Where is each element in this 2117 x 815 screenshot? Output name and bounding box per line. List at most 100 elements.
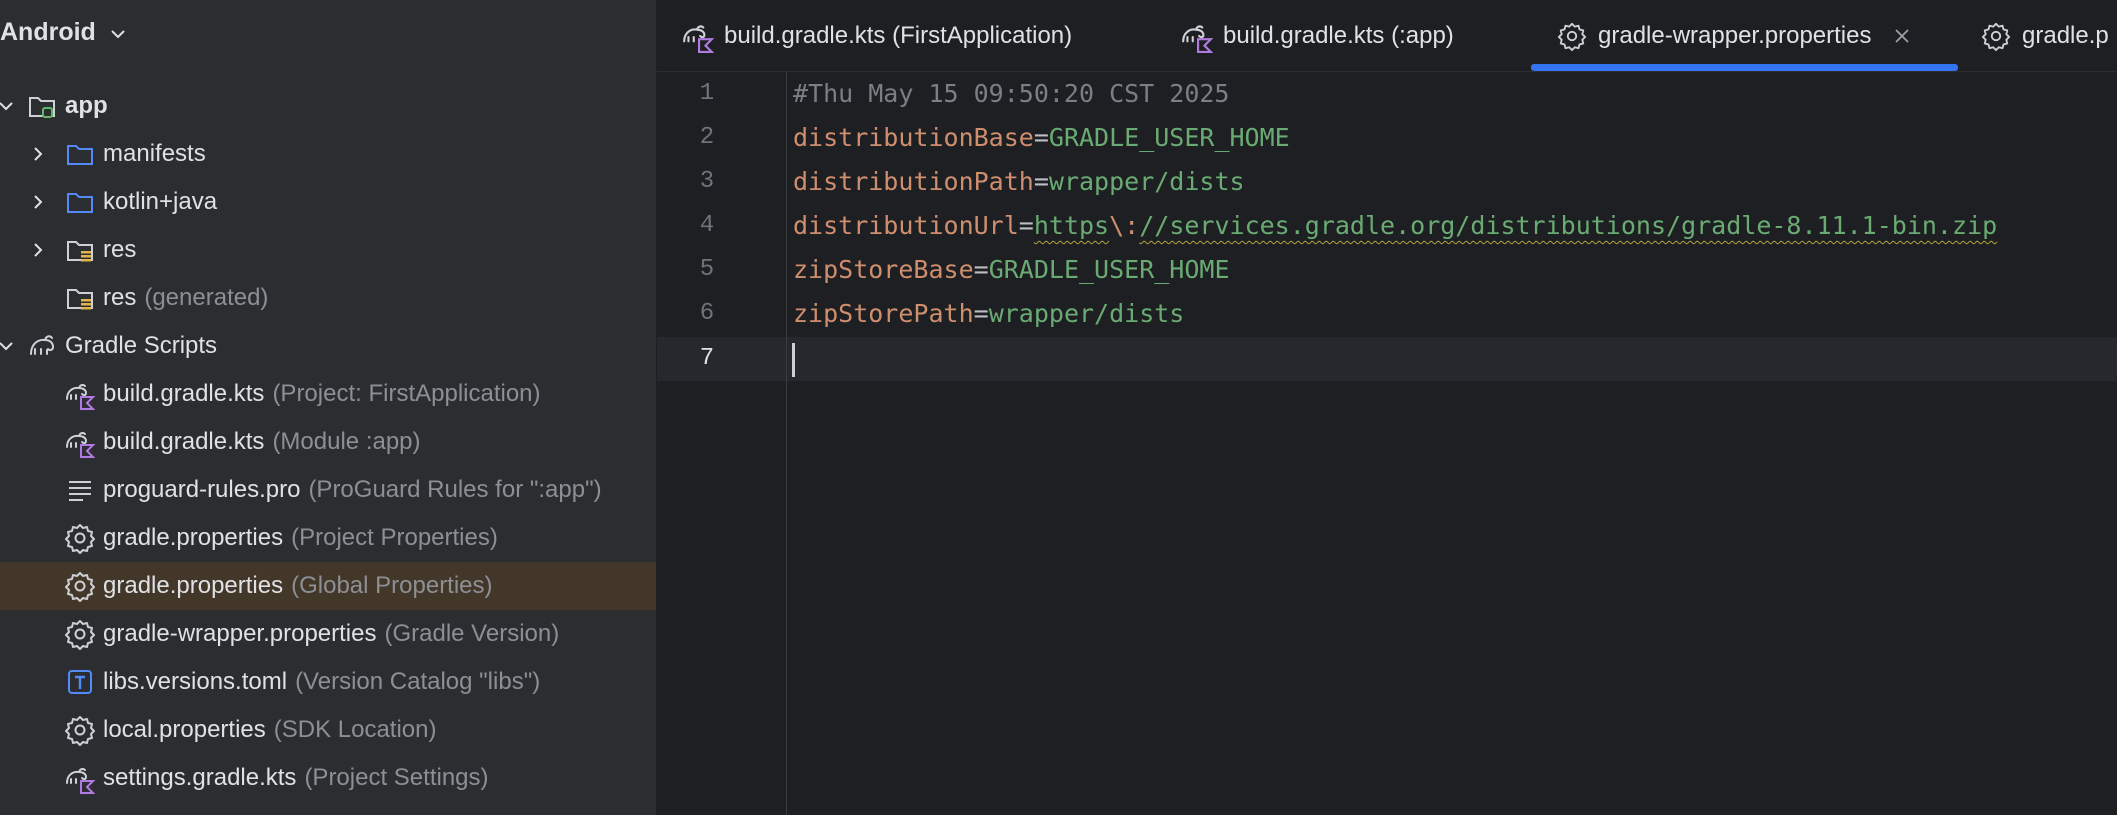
property-key: zipStoreBase bbox=[793, 255, 974, 284]
tree-item-settings-gradle[interactable]: settings.gradle.kts (Project Settings) bbox=[0, 754, 656, 802]
tree-item-build-gradle-module[interactable]: build.gradle.kts (Module :app) bbox=[0, 418, 656, 466]
property-value: wrapper/dists bbox=[1048, 167, 1245, 196]
tree-item-label: build.gradle.kts bbox=[103, 428, 265, 455]
line-number: 4 bbox=[699, 212, 715, 239]
property-value-url: https bbox=[1033, 211, 1110, 240]
project-view-selector[interactable]: Android bbox=[0, 8, 128, 56]
tab-label: gradle-wrapper.properties bbox=[1598, 21, 1872, 49]
active-tab-indicator bbox=[1531, 64, 1958, 71]
gear-icon bbox=[64, 618, 96, 650]
editor-tab-bar: build.gradle.kts (FirstApplication) buil… bbox=[657, 0, 2117, 72]
chevron-down-icon[interactable] bbox=[0, 336, 16, 356]
tree-item-label: app bbox=[65, 92, 108, 119]
property-separator: = bbox=[1033, 123, 1049, 152]
tree-item-build-gradle-project[interactable]: build.gradle.kts (Project: FirstApplicat… bbox=[0, 370, 656, 418]
tree-item-label: settings.gradle.kts bbox=[103, 764, 297, 791]
tree-item-label: local.properties bbox=[103, 716, 266, 743]
code-line-3: distributionPath=wrapper/dists bbox=[793, 160, 1245, 204]
tree-item-hint: (Project: FirstApplication) bbox=[272, 380, 541, 407]
tab-label: gradle.p bbox=[2022, 21, 2109, 49]
resource-folder-icon bbox=[64, 234, 96, 266]
close-icon[interactable] bbox=[1893, 27, 1911, 45]
code-line-1: #Thu May 15 09:50:20 CST 2025 bbox=[793, 72, 1230, 116]
code-line-2: distributionBase=GRADLE_USER_HOME bbox=[793, 116, 1290, 160]
tree-item-hint: (Version Catalog "libs") bbox=[295, 668, 541, 695]
line-number: 2 bbox=[699, 124, 715, 151]
property-separator: = bbox=[1018, 211, 1034, 240]
tree-item-label: Gradle Scripts bbox=[65, 332, 218, 359]
property-separator: = bbox=[1033, 167, 1049, 196]
tree-item-label: res bbox=[103, 284, 137, 311]
gear-icon bbox=[64, 714, 96, 746]
tree-item-manifests[interactable]: manifests bbox=[0, 130, 656, 178]
tree-item-hint: (Global Properties) bbox=[291, 572, 493, 599]
tree-item-label: libs.versions.toml bbox=[103, 668, 288, 695]
line-number-gutter: 1 2 3 4 5 6 7 bbox=[657, 72, 787, 815]
tree-item-res[interactable]: res bbox=[0, 226, 656, 274]
tree-item-kotlin-java[interactable]: kotlin+java bbox=[0, 178, 656, 226]
code-line-4: distributionUrl=https\://services.gradle… bbox=[793, 204, 1997, 248]
project-tool-window: Android app manifests kotlin+java res re… bbox=[0, 0, 657, 815]
tree-item-label: gradle.properties bbox=[103, 524, 284, 551]
text-file-icon bbox=[64, 474, 96, 506]
chevron-right-icon[interactable] bbox=[28, 192, 48, 212]
tree-item-proguard-rules[interactable]: proguard-rules.pro (ProGuard Rules for "… bbox=[0, 466, 656, 514]
line-number: 1 bbox=[699, 80, 715, 107]
tab-label: build.gradle.kts (FirstApplication) bbox=[724, 21, 1073, 49]
tree-item-hint: (generated) bbox=[144, 284, 269, 311]
tab-gradle-wrapper-properties[interactable]: gradle-wrapper.properties bbox=[1555, 0, 1911, 71]
escape-sequence: \: bbox=[1109, 211, 1140, 240]
tree-item-label: kotlin+java bbox=[103, 188, 218, 215]
gradle-kotlin-icon bbox=[64, 426, 96, 458]
gradle-elephant-icon bbox=[26, 330, 58, 362]
tab-build-gradle-app[interactable]: build.gradle.kts (:app) bbox=[1180, 0, 1454, 71]
tree-item-gradle-wrapper-properties[interactable]: gradle-wrapper.properties (Gradle Versio… bbox=[0, 610, 656, 658]
gradle-kotlin-icon bbox=[64, 762, 96, 794]
tree-item-label: proguard-rules.pro bbox=[103, 476, 301, 503]
code-line-6: zipStorePath=wrapper/dists bbox=[793, 292, 1184, 336]
text-caret bbox=[792, 343, 795, 377]
line-number: 3 bbox=[699, 168, 715, 195]
tree-item-label: res bbox=[103, 236, 137, 263]
tree-item-gradle-properties-project[interactable]: gradle.properties (Project Properties) bbox=[0, 514, 656, 562]
property-key: distributionUrl bbox=[793, 211, 1019, 240]
tree-item-res-generated[interactable]: res (generated) bbox=[0, 274, 656, 322]
chevron-right-icon[interactable] bbox=[28, 144, 48, 164]
chevron-down-icon bbox=[108, 22, 128, 42]
tab-gradle-properties[interactable]: gradle.p bbox=[1979, 0, 2109, 71]
folder-icon bbox=[64, 138, 96, 170]
tree-item-label: build.gradle.kts bbox=[103, 380, 265, 407]
tab-build-gradle-project[interactable]: build.gradle.kts (FirstApplication) bbox=[681, 0, 1072, 71]
gradle-kotlin-icon bbox=[681, 19, 715, 53]
tree-item-hint: (Project Settings) bbox=[304, 764, 489, 791]
tree-item-hint: (SDK Location) bbox=[273, 716, 437, 743]
folder-icon bbox=[64, 186, 96, 218]
tree-item-local-properties[interactable]: local.properties (SDK Location) bbox=[0, 706, 656, 754]
property-value: GRADLE_USER_HOME bbox=[988, 255, 1230, 284]
tree-item-libs-versions-toml[interactable]: libs.versions.toml (Version Catalog "lib… bbox=[0, 658, 656, 706]
tree-item-label: manifests bbox=[103, 140, 206, 167]
property-key: zipStorePath bbox=[793, 299, 974, 328]
property-separator: = bbox=[973, 255, 989, 284]
tree-item-gradle-properties-global[interactable]: gradle.properties (Global Properties) bbox=[0, 562, 656, 610]
line-number: 6 bbox=[699, 300, 715, 327]
code-editor[interactable]: 1 2 3 4 5 6 7 #Thu May 15 09:50:20 CST 2… bbox=[657, 72, 2117, 815]
chevron-down-icon[interactable] bbox=[0, 96, 16, 116]
property-key: distributionBase bbox=[793, 123, 1034, 152]
tree-item-label: gradle.properties bbox=[103, 572, 284, 599]
tree-item-label: gradle-wrapper.properties bbox=[103, 620, 377, 647]
gear-icon bbox=[64, 570, 96, 602]
chevron-right-icon[interactable] bbox=[28, 240, 48, 260]
tab-label: build.gradle.kts (:app) bbox=[1223, 21, 1454, 49]
tree-item-gradle-scripts[interactable]: Gradle Scripts bbox=[0, 322, 656, 370]
gear-icon bbox=[1979, 19, 2013, 53]
tree-item-hint: (Module :app) bbox=[272, 428, 421, 455]
ide-window: Android app manifests kotlin+java res re… bbox=[0, 0, 2117, 815]
comment-text: #Thu May 15 09:50:20 CST 2025 bbox=[793, 79, 1230, 108]
module-folder-icon bbox=[26, 90, 58, 122]
property-value: GRADLE_USER_HOME bbox=[1048, 123, 1290, 152]
gradle-kotlin-icon bbox=[1180, 19, 1214, 53]
property-value-url: //services.gradle.org/distributions/grad… bbox=[1139, 211, 1998, 240]
tree-item-hint: (Gradle Version) bbox=[384, 620, 560, 647]
tree-item-app[interactable]: app bbox=[0, 82, 656, 130]
